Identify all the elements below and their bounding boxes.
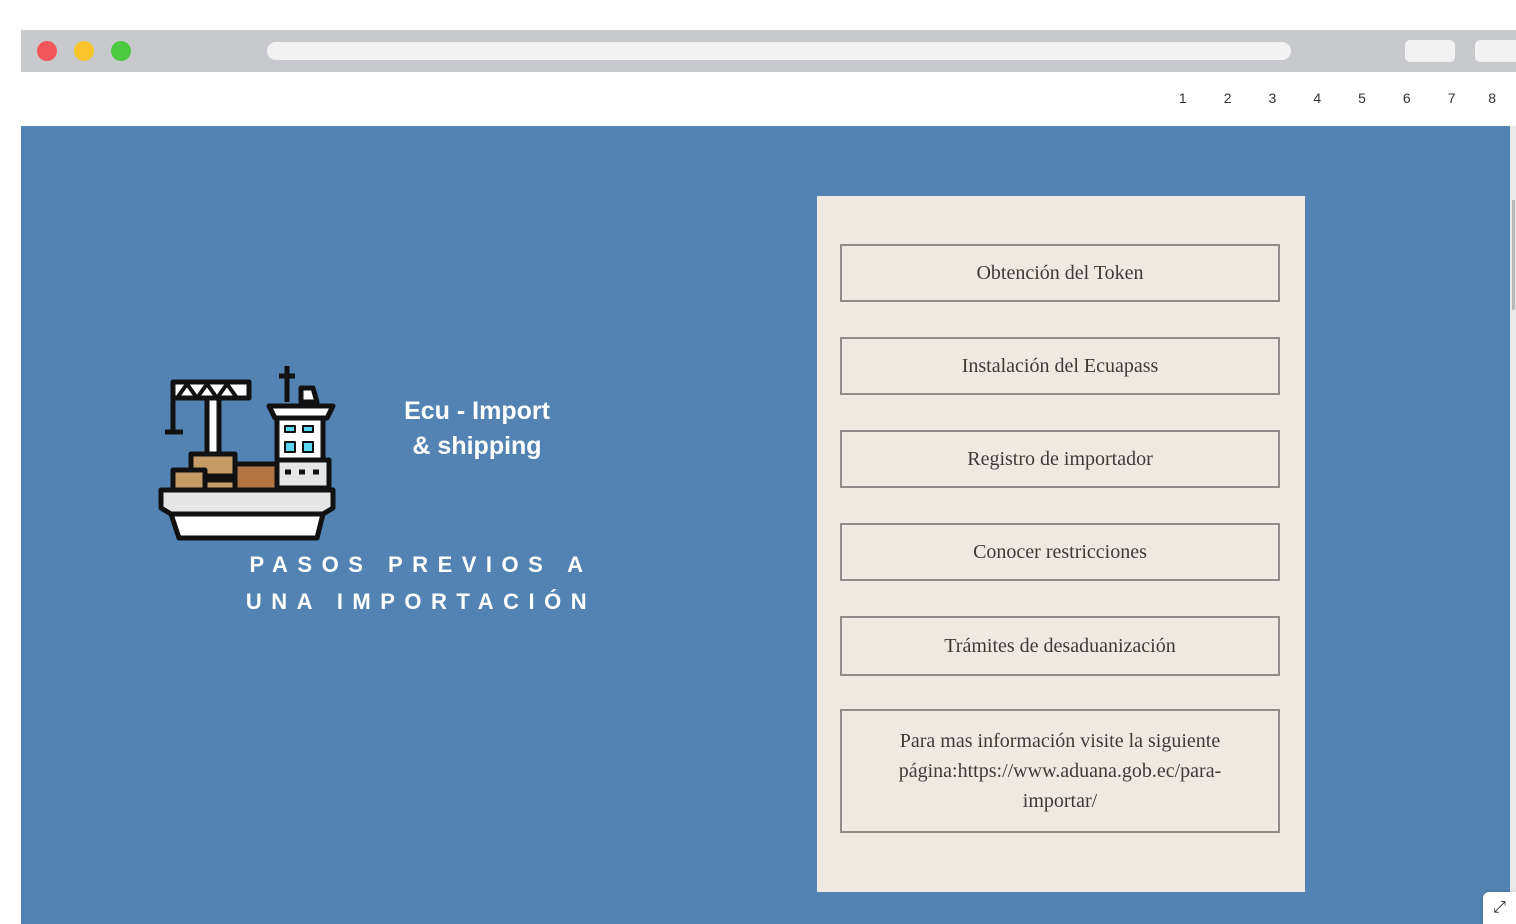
menu-button-token[interactable]: Obtención del Token: [840, 244, 1280, 302]
page-link-6[interactable]: 6: [1384, 90, 1429, 106]
expand-icon[interactable]: ⤢: [1483, 892, 1516, 924]
page-title: PASOS PREVIOS A UNA IMPORTACIÓN: [201, 546, 641, 620]
toolbar-button[interactable]: [1405, 40, 1455, 62]
page-navigation-bar: 1 2 3 4 5 6 7 8: [21, 72, 1516, 126]
tagline-line-2: UNA IMPORTACIÓN: [245, 589, 597, 614]
minimize-window-button[interactable]: [74, 41, 94, 61]
menu-button-more-info[interactable]: Para mas información visite la siguiente…: [840, 709, 1280, 833]
page-link-3[interactable]: 3: [1250, 90, 1295, 106]
hero-section: Ecu - Import & shipping PASOS PREVIOS A …: [21, 126, 1510, 924]
maximize-window-button[interactable]: [111, 41, 131, 61]
tagline-line-1: PASOS PREVIOS A: [249, 552, 593, 577]
menu-button-ecuapass[interactable]: Instalación del Ecuapass: [840, 337, 1280, 395]
brand-line-1: Ecu - Import: [404, 397, 550, 425]
browser-toolbar: [21, 30, 1516, 72]
toolbar-button[interactable]: [1475, 40, 1516, 62]
brand-name: Ecu - Import & shipping: [361, 394, 593, 464]
page-link-1[interactable]: 1: [1160, 90, 1205, 106]
page-link-2[interactable]: 2: [1205, 90, 1250, 106]
cargo-ship-with-crane-icon: [158, 366, 336, 541]
menu-button-registro[interactable]: Registro de importador: [840, 430, 1280, 488]
menu-panel: Obtención del Token Instalación del Ecua…: [817, 196, 1305, 892]
browser-window: 1 2 3 4 5 6 7 8 Ecu - Import & shipping …: [21, 30, 1516, 924]
pagination: 1 2 3 4 5 6 7 8: [1160, 90, 1496, 106]
page-link-8[interactable]: 8: [1474, 90, 1496, 106]
page-link-5[interactable]: 5: [1340, 90, 1385, 106]
brand-line-2: & shipping: [412, 432, 542, 460]
menu-button-restricciones[interactable]: Conocer restricciones: [840, 523, 1280, 581]
close-window-button[interactable]: [37, 41, 57, 61]
page-link-7[interactable]: 7: [1429, 90, 1474, 106]
address-bar[interactable]: [267, 42, 1291, 60]
scrollbar-thumb[interactable]: [1512, 200, 1515, 310]
page-link-4[interactable]: 4: [1295, 90, 1340, 106]
menu-button-desaduanizacion[interactable]: Trámites de desaduanización: [840, 616, 1280, 676]
